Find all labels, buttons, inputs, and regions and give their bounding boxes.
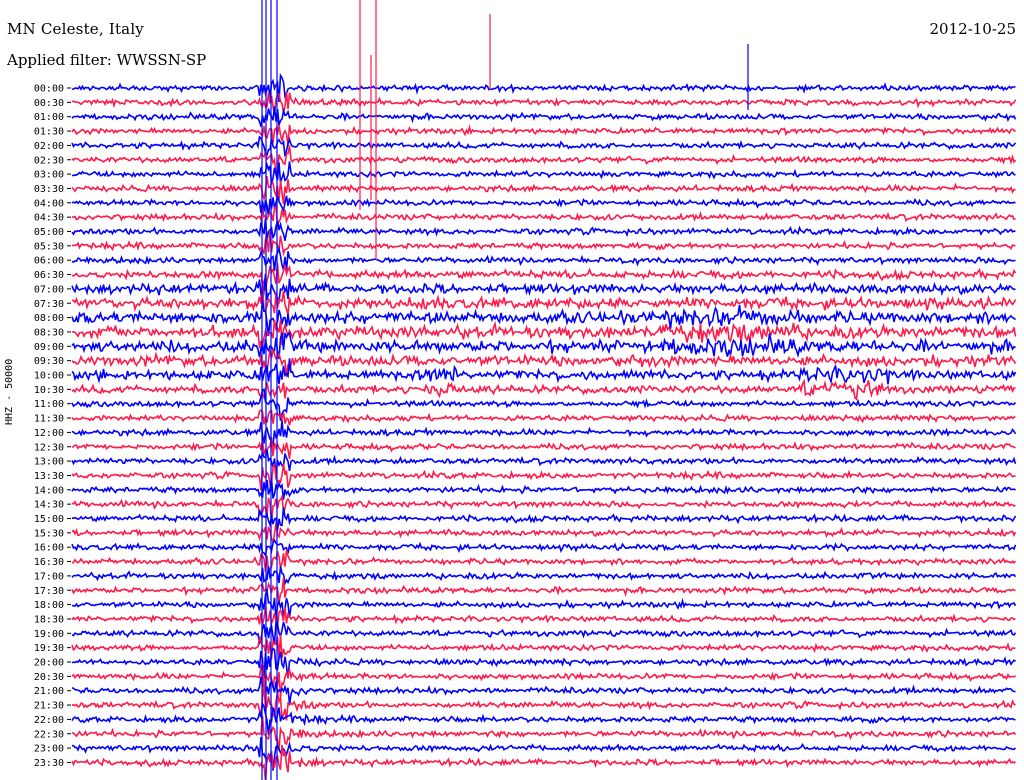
- tick-label: 19:30: [34, 643, 64, 654]
- trace-line: [71, 204, 1016, 226]
- tick-label: 14:30: [34, 500, 64, 511]
- tick-label: 01:00: [34, 112, 64, 123]
- tick-label: 16:00: [34, 543, 64, 554]
- trace-line: [71, 161, 1016, 184]
- tick-label: 08:30: [34, 327, 64, 338]
- tick-label: 08:00: [34, 313, 64, 324]
- tick-label: 21:00: [34, 686, 64, 697]
- trace-line: [71, 737, 1017, 771]
- trace-line: [71, 634, 1016, 660]
- tick-label: 22:00: [34, 715, 64, 726]
- tick-label: 04:00: [34, 198, 64, 209]
- tick-label: 05:30: [34, 241, 64, 252]
- tick-label: 13:00: [34, 457, 64, 468]
- tick-label: 12:00: [34, 428, 64, 439]
- tick-label: 18:30: [34, 614, 64, 625]
- tick-label: 22:30: [34, 729, 64, 740]
- trace-line: [71, 436, 1016, 459]
- trace-line: [71, 522, 1017, 545]
- trace-line: [71, 218, 1016, 241]
- trace-group: [71, 0, 1017, 780]
- tick-label: 21:30: [34, 701, 64, 712]
- tick-label: 19:00: [34, 629, 64, 640]
- trace-line: [71, 588, 1017, 620]
- tick-label: 20:30: [34, 672, 64, 683]
- trace-line: [71, 478, 1016, 500]
- trace-line: [71, 331, 1016, 360]
- tick-label: 12:30: [34, 442, 64, 453]
- tick-label: 04:30: [34, 213, 64, 224]
- trace-line: [72, 507, 1017, 531]
- tick-label: 05:00: [34, 227, 64, 238]
- tick-label: 02:00: [34, 141, 64, 152]
- trace-line: [71, 378, 1016, 401]
- tick-label: 07:00: [34, 284, 64, 295]
- trace-line: [71, 538, 1017, 558]
- tick-label: 07:30: [34, 299, 64, 310]
- tick-label: 03:30: [34, 184, 64, 195]
- trace-line: [71, 620, 1017, 646]
- tick-label: 10:30: [34, 385, 64, 396]
- trace-line: [71, 700, 1016, 736]
- tick-label: 13:30: [34, 471, 64, 482]
- tick-label: 06:00: [34, 256, 64, 267]
- tick-group: 00:00 00:30 01:00 01:30 02:00 02:30 03:00 03:30…: [34, 84, 71, 769]
- trace-line: [71, 176, 1016, 205]
- tick-label: 18:00: [34, 600, 64, 611]
- tick-label: 11:00: [34, 399, 64, 410]
- trace-line: [71, 195, 1016, 217]
- trace-line: [71, 420, 1017, 446]
- trace-line: [71, 91, 1017, 115]
- trace-line: [71, 606, 1016, 628]
- trace-line: [71, 106, 1017, 127]
- tick-label: 23:00: [34, 744, 64, 755]
- trace-line: [71, 135, 1017, 157]
- trace-line: [71, 676, 1016, 705]
- tick-label: 09:00: [34, 342, 64, 353]
- trace-line: [71, 230, 1016, 257]
- trace-line: [71, 388, 1017, 421]
- tick-label: 17:00: [34, 571, 64, 582]
- tick-label: 15:30: [34, 528, 64, 539]
- trace-line: [71, 578, 1016, 604]
- tick-label: 15:00: [34, 514, 64, 525]
- tick-label: 02:30: [34, 155, 64, 166]
- tick-label: 11:30: [34, 414, 64, 425]
- tick-label: 00:30: [34, 98, 64, 109]
- trace-line: [71, 449, 1017, 474]
- tick-label: 09:30: [34, 356, 64, 367]
- trace-line: [71, 145, 1017, 178]
- helicorder-plot: 00:00 00:30 01:00 01:30 02:00 02:30 03:00 03:30…: [34, 0, 1017, 780]
- tick-label: 06:30: [34, 270, 64, 281]
- tick-label: 20:00: [34, 658, 64, 669]
- trace-line: [71, 124, 1017, 146]
- tick-label: 03:00: [34, 170, 64, 181]
- trace-line: [71, 566, 1017, 586]
- trace-line: [71, 409, 1016, 426]
- tick-label: 17:30: [34, 586, 64, 597]
- tick-label: 01:30: [34, 127, 64, 138]
- tick-label: 10:00: [34, 371, 64, 382]
- trace-line: [71, 549, 1017, 573]
- tick-label: 16:30: [34, 557, 64, 568]
- trace-line: [71, 647, 1016, 679]
- tick-label: 23:30: [34, 758, 64, 769]
- tick-label: 14:00: [34, 485, 64, 496]
- trace-line: [71, 463, 1016, 491]
- tick-label: 00:00: [34, 84, 64, 95]
- trace-line: [71, 246, 1016, 272]
- trace-line: [71, 72, 1016, 102]
